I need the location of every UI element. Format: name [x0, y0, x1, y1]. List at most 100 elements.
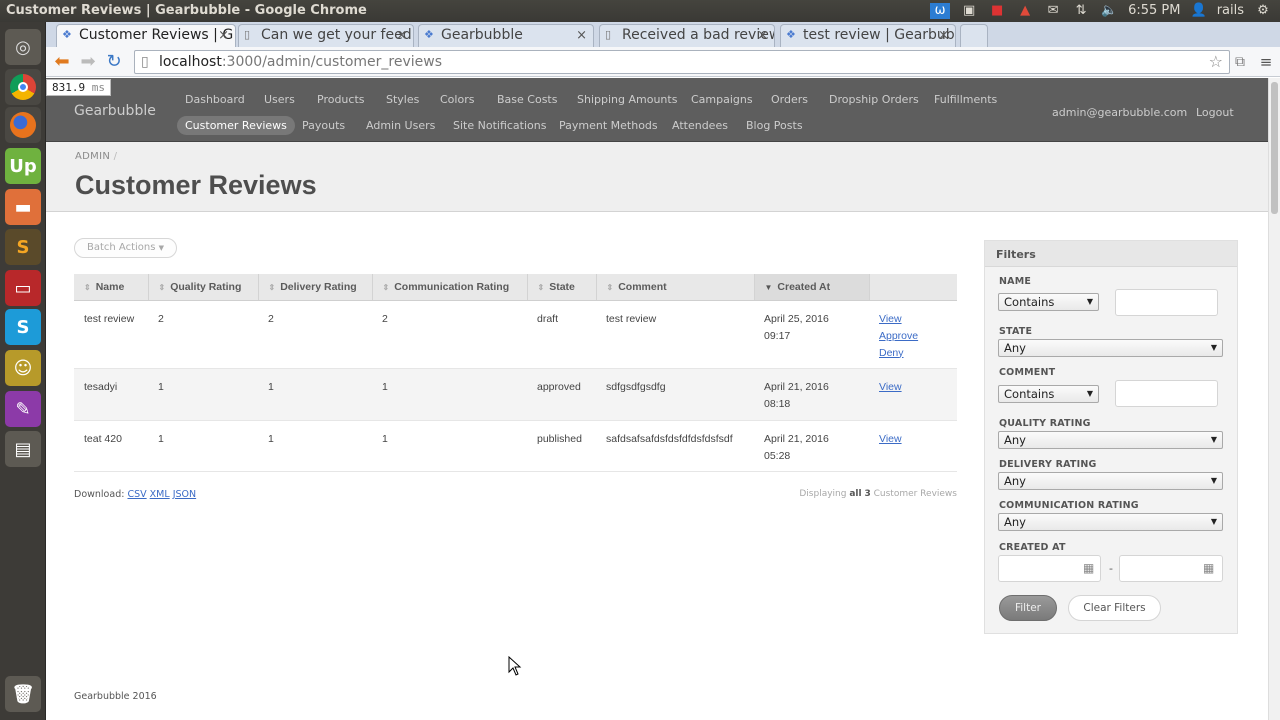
cell-quality: 2 — [148, 300, 258, 369]
filter-comment-label: COMMENT — [999, 367, 1056, 378]
ubuntu-one-icon[interactable]: ω — [930, 3, 951, 19]
page-scrollbar[interactable] — [1268, 78, 1280, 720]
name-operator-select[interactable]: Contains ▼ — [998, 293, 1099, 311]
download-xml-link[interactable]: XML — [150, 489, 170, 500]
nav-dropship-orders[interactable]: Dropship Orders — [829, 93, 919, 106]
terminal-app-icon[interactable]: ▭ — [5, 270, 41, 306]
state-select[interactable]: Any ▼ — [998, 339, 1223, 357]
quality-rating-select[interactable]: Any ▼ — [998, 431, 1223, 449]
firefox-icon[interactable] — [5, 107, 41, 143]
logout-link[interactable]: Logout — [1196, 106, 1234, 119]
column-header-name[interactable]: ⇕ Name — [74, 274, 149, 301]
sort-icon: ⇕ — [382, 282, 390, 292]
clear-filters-button[interactable]: Clear Filters — [1068, 595, 1161, 621]
nav-dashboard[interactable]: Dashboard — [185, 93, 245, 106]
skype-icon[interactable]: S — [5, 309, 41, 345]
view-link[interactable]: View — [879, 379, 947, 396]
nav-campaigns[interactable]: Campaigns — [691, 93, 753, 106]
screen-icon[interactable]: ▣ — [960, 3, 978, 19]
update-warning-icon[interactable]: ▲ — [1016, 3, 1034, 19]
nav-attendees[interactable]: Attendees — [672, 119, 728, 132]
filter-button[interactable]: Filter — [999, 595, 1057, 621]
name-input[interactable] — [1115, 289, 1218, 316]
column-header-delivery-rating[interactable]: ⇕ Delivery Rating — [258, 274, 373, 301]
close-tab-icon[interactable]: × — [576, 25, 587, 46]
column-header-communication-rating[interactable]: ⇕ Communication Rating — [372, 274, 528, 301]
approve-link[interactable]: Approve — [879, 328, 947, 345]
scrollbar-thumb[interactable] — [1271, 82, 1278, 214]
settings-gear-icon[interactable]: ⚙ — [1254, 3, 1272, 19]
view-link[interactable]: View — [879, 431, 947, 448]
download-json-link[interactable]: JSON — [173, 489, 196, 500]
tab-feedback[interactable]: ▯ Can we get your feed × — [238, 24, 414, 47]
nav-fulfillments[interactable]: Fulfillments — [934, 93, 997, 106]
nav-site-notifications[interactable]: Site Notifications — [453, 119, 546, 132]
nav-colors[interactable]: Colors — [440, 93, 474, 106]
nav-blog-posts[interactable]: Blog Posts — [746, 119, 803, 132]
chrome-icon[interactable] — [5, 69, 41, 105]
gearbubble-favicon-icon: ❖ — [62, 28, 72, 41]
nav-orders[interactable]: Orders — [771, 93, 808, 106]
nav-products[interactable]: Products — [317, 93, 365, 106]
communication-rating-select[interactable]: Any ▼ — [998, 513, 1223, 531]
nav-styles[interactable]: Styles — [386, 93, 419, 106]
comment-operator-select[interactable]: Contains ▼ — [998, 385, 1099, 403]
nav-payment-methods[interactable]: Payment Methods — [559, 119, 658, 132]
close-tab-icon[interactable]: × — [396, 25, 407, 46]
breadcrumb-admin[interactable]: ADMIN — [75, 151, 110, 162]
sublime-text-icon[interactable]: S — [5, 229, 41, 265]
window-title: Customer Reviews | Gearbubble - Google C… — [6, 3, 367, 18]
nav-admin-users[interactable]: Admin Users — [366, 119, 435, 132]
trash-icon[interactable]: 🗑 — [5, 676, 41, 712]
reload-icon[interactable]: ↻ — [104, 52, 124, 72]
user-name[interactable]: rails — [1217, 0, 1244, 22]
chrome-menu-icon[interactable]: ≡ — [1256, 52, 1276, 72]
comment-input[interactable] — [1115, 380, 1218, 407]
nav-payouts[interactable]: Payouts — [302, 119, 345, 132]
back-arrow-icon[interactable]: ⬅ — [52, 52, 72, 72]
site-title[interactable]: Gearbubble — [74, 103, 156, 119]
nav-customer-reviews[interactable]: Customer Reviews — [177, 116, 295, 135]
date-separator: - — [1109, 562, 1113, 575]
deny-link[interactable]: Deny — [879, 345, 947, 362]
download-csv-link[interactable]: CSV — [127, 489, 146, 500]
view-link[interactable]: View — [879, 311, 947, 328]
gimp-icon[interactable]: ☺ — [5, 350, 41, 386]
column-header-comment[interactable]: ⇕ Comment — [596, 274, 755, 301]
column-header-quality-rating[interactable]: ⇕ Quality Rating — [148, 274, 259, 301]
volume-icon[interactable]: 🔈 — [1100, 3, 1118, 19]
network-icon[interactable]: ⇅ — [1072, 3, 1090, 19]
nav-shipping-amounts[interactable]: Shipping Amounts — [577, 93, 677, 106]
batch-actions-button[interactable]: Batch Actions ▼ — [74, 238, 178, 258]
tab-test-review[interactable]: ❖ test review | Gearbub × — [780, 24, 956, 47]
nav-users[interactable]: Users — [264, 93, 295, 106]
forward-arrow-icon[interactable]: ➡ — [78, 52, 98, 72]
record-icon[interactable]: ■ — [988, 3, 1006, 19]
new-tab-button[interactable] — [960, 24, 988, 47]
nav-base-costs[interactable]: Base Costs — [497, 93, 557, 106]
tab-bad-review[interactable]: ▯ Received a bad review × — [599, 24, 775, 47]
calendar-icon[interactable]: ▦ — [1083, 561, 1094, 575]
workspace-icon[interactable]: ▤ — [5, 431, 41, 467]
tab-customer-reviews[interactable]: ❖ Customer Reviews | G × — [56, 24, 236, 47]
dash-home-icon[interactable]: ◎ — [5, 29, 41, 65]
clock[interactable]: 6:55 PM — [1128, 0, 1180, 22]
column-header-created-at[interactable]: ▼ Created At — [754, 274, 870, 301]
launcher: ◎ Up ▬ S ▭ S ☺ ✎ ▤ 🗑 — [0, 22, 46, 720]
close-tab-icon[interactable]: × — [757, 25, 768, 46]
extension-icon[interactable]: ⧉ — [1230, 52, 1250, 72]
video-editor-icon[interactable]: ✎ — [5, 391, 41, 427]
address-bar[interactable]: ▯ localhost:3000/admin/customer_reviews … — [134, 50, 1230, 74]
current-user-link[interactable]: admin@gearbubble.com — [1052, 106, 1187, 119]
cell-communication: 1 — [372, 420, 527, 472]
close-tab-icon[interactable]: × — [938, 25, 949, 46]
calendar-icon[interactable]: ▦ — [1203, 561, 1214, 575]
delivery-rating-select[interactable]: Any ▼ — [998, 472, 1223, 490]
upwork-icon[interactable]: Up — [5, 148, 41, 184]
close-tab-icon[interactable]: × — [218, 25, 229, 46]
bookmark-star-icon[interactable]: ☆ — [1209, 51, 1223, 73]
mail-icon[interactable]: ✉ — [1044, 3, 1062, 19]
tab-gearbubble[interactable]: ❖ Gearbubble × — [418, 24, 594, 47]
files-icon[interactable]: ▬ — [5, 189, 41, 225]
column-header-state[interactable]: ⇕ State — [527, 274, 597, 301]
